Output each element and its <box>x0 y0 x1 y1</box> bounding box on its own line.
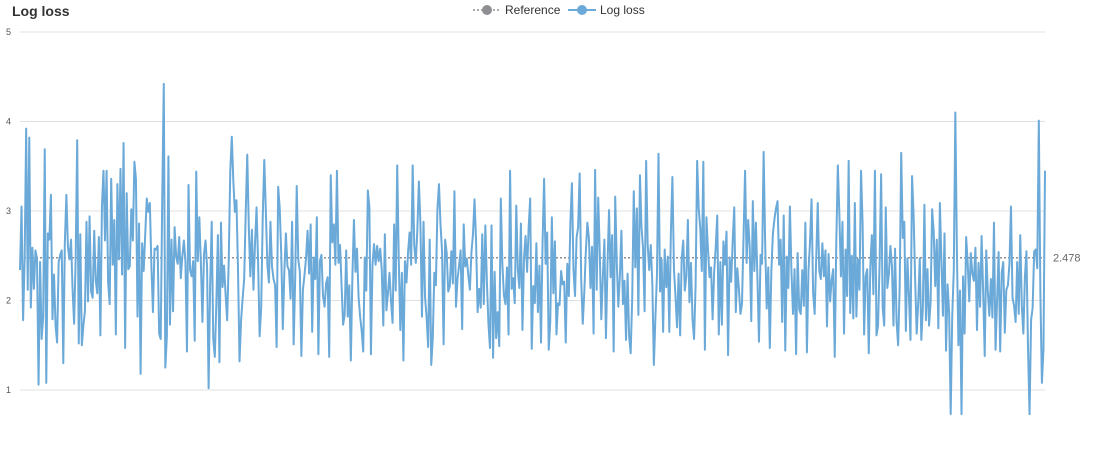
y-axis-ticks: 1 2 3 4 5 <box>6 27 11 395</box>
y-tick-label-1: 1 <box>6 385 11 395</box>
y-tick-label-5: 5 <box>6 27 11 37</box>
y-tick-label-3: 3 <box>6 206 11 216</box>
log-loss-series-line[interactable] <box>19 82 1046 416</box>
y-tick-label-2: 2 <box>6 296 11 306</box>
y-tick-label-4: 4 <box>6 117 11 127</box>
plot-area[interactable]: 1 2 3 4 5 2.478 <box>0 0 1095 461</box>
reference-value-label: 2.478 <box>1053 253 1081 265</box>
